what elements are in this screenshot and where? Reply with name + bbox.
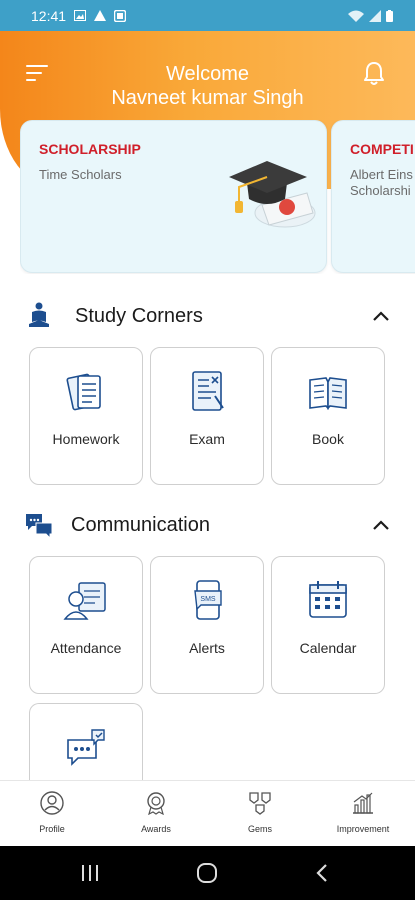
section-title: Study Corners: [75, 305, 203, 327]
welcome-text: Welcome Navneet kumar Singh: [0, 62, 415, 110]
system-navigation-bar: [0, 846, 415, 900]
tile-label: Calendar: [299, 640, 357, 656]
home-icon[interactable]: [196, 862, 218, 884]
svg-text:SMS: SMS: [200, 596, 216, 603]
chevron-up-icon[interactable]: [373, 520, 389, 530]
bottom-navigation: Profile Awards Gems Improvement: [0, 780, 415, 846]
scholarship-card[interactable]: SCHOLARSHIP Time Scholars: [20, 120, 327, 273]
award-medal-icon: [147, 792, 165, 816]
back-icon[interactable]: [315, 863, 329, 883]
status-time: 12:41: [31, 7, 67, 24]
warning-icon: [94, 10, 107, 21]
nav-label: Awards: [141, 824, 171, 834]
tile-label: Alerts: [189, 640, 225, 656]
card-subtitle-line1: Albert Eins: [350, 167, 413, 182]
nav-gems[interactable]: Gems: [215, 791, 305, 834]
card-subtitle-line2: Scholarshi: [350, 183, 411, 198]
battery-icon: [386, 9, 393, 22]
feedback-chat-icon: [67, 729, 105, 766]
welcome-label: Welcome: [166, 63, 249, 85]
graduation-cap-icon: [229, 161, 316, 228]
profile-icon: [40, 791, 64, 815]
alerts-tile[interactable]: SMS Alerts: [150, 556, 264, 694]
exam-icon: [192, 371, 224, 411]
nav-awards[interactable]: Awards: [111, 791, 201, 834]
exam-tile[interactable]: Exam: [150, 347, 264, 485]
nav-profile[interactable]: Profile: [7, 791, 97, 834]
card-title: SCHOLARSHIP: [39, 141, 141, 157]
gems-icon: [249, 792, 271, 815]
calendar-tile[interactable]: Calendar: [271, 556, 385, 694]
chat-bubbles-icon: [26, 514, 53, 538]
study-corners-header[interactable]: Study Corners: [0, 297, 415, 337]
nav-label: Gems: [247, 824, 272, 834]
tile-label: Exam: [189, 431, 225, 447]
recent-apps-icon[interactable]: [80, 864, 100, 882]
status-bar: 12:41: [0, 0, 415, 31]
card-title: COMPETI: [350, 141, 414, 157]
tile-label: Homework: [52, 431, 120, 447]
attendance-icon: [63, 582, 106, 620]
attendance-tile[interactable]: Attendance: [29, 556, 143, 694]
card-subtitle: Albert Eins Scholarshi: [350, 167, 413, 199]
book-icon: [309, 377, 347, 410]
card-subtitle: Time Scholars: [39, 167, 122, 182]
tile-label: Attendance: [50, 640, 122, 656]
tile-label: Book: [312, 431, 344, 447]
image-notification-icon: [74, 10, 87, 21]
book-tile[interactable]: Book: [271, 347, 385, 485]
app-notification-icon: [114, 9, 127, 22]
sms-phone-icon: SMS: [194, 580, 222, 620]
homework-tile[interactable]: Homework: [29, 347, 143, 485]
communication-header[interactable]: Communication: [0, 506, 415, 546]
bell-icon[interactable]: [363, 60, 385, 91]
competition-card[interactable]: COMPETI Albert Eins Scholarshi: [331, 120, 415, 273]
wifi-icon: [348, 10, 364, 22]
user-name: Navneet kumar Singh: [111, 87, 304, 109]
nav-label: Improvement: [336, 824, 390, 834]
nav-improvement[interactable]: Improvement: [318, 791, 408, 834]
calendar-icon: [309, 581, 347, 618]
feedback-tile[interactable]: [29, 703, 143, 781]
study-icon: [29, 302, 49, 327]
section-title: Communication: [71, 514, 210, 536]
signal-icon: [369, 9, 381, 22]
chevron-up-icon[interactable]: [373, 311, 389, 321]
nav-label: Profile: [39, 824, 65, 834]
homework-icon: [66, 373, 101, 411]
scholarship-carousel[interactable]: SCHOLARSHIP Time Scholars COMPETI Albert…: [20, 120, 415, 274]
bar-chart-icon: [353, 792, 373, 814]
